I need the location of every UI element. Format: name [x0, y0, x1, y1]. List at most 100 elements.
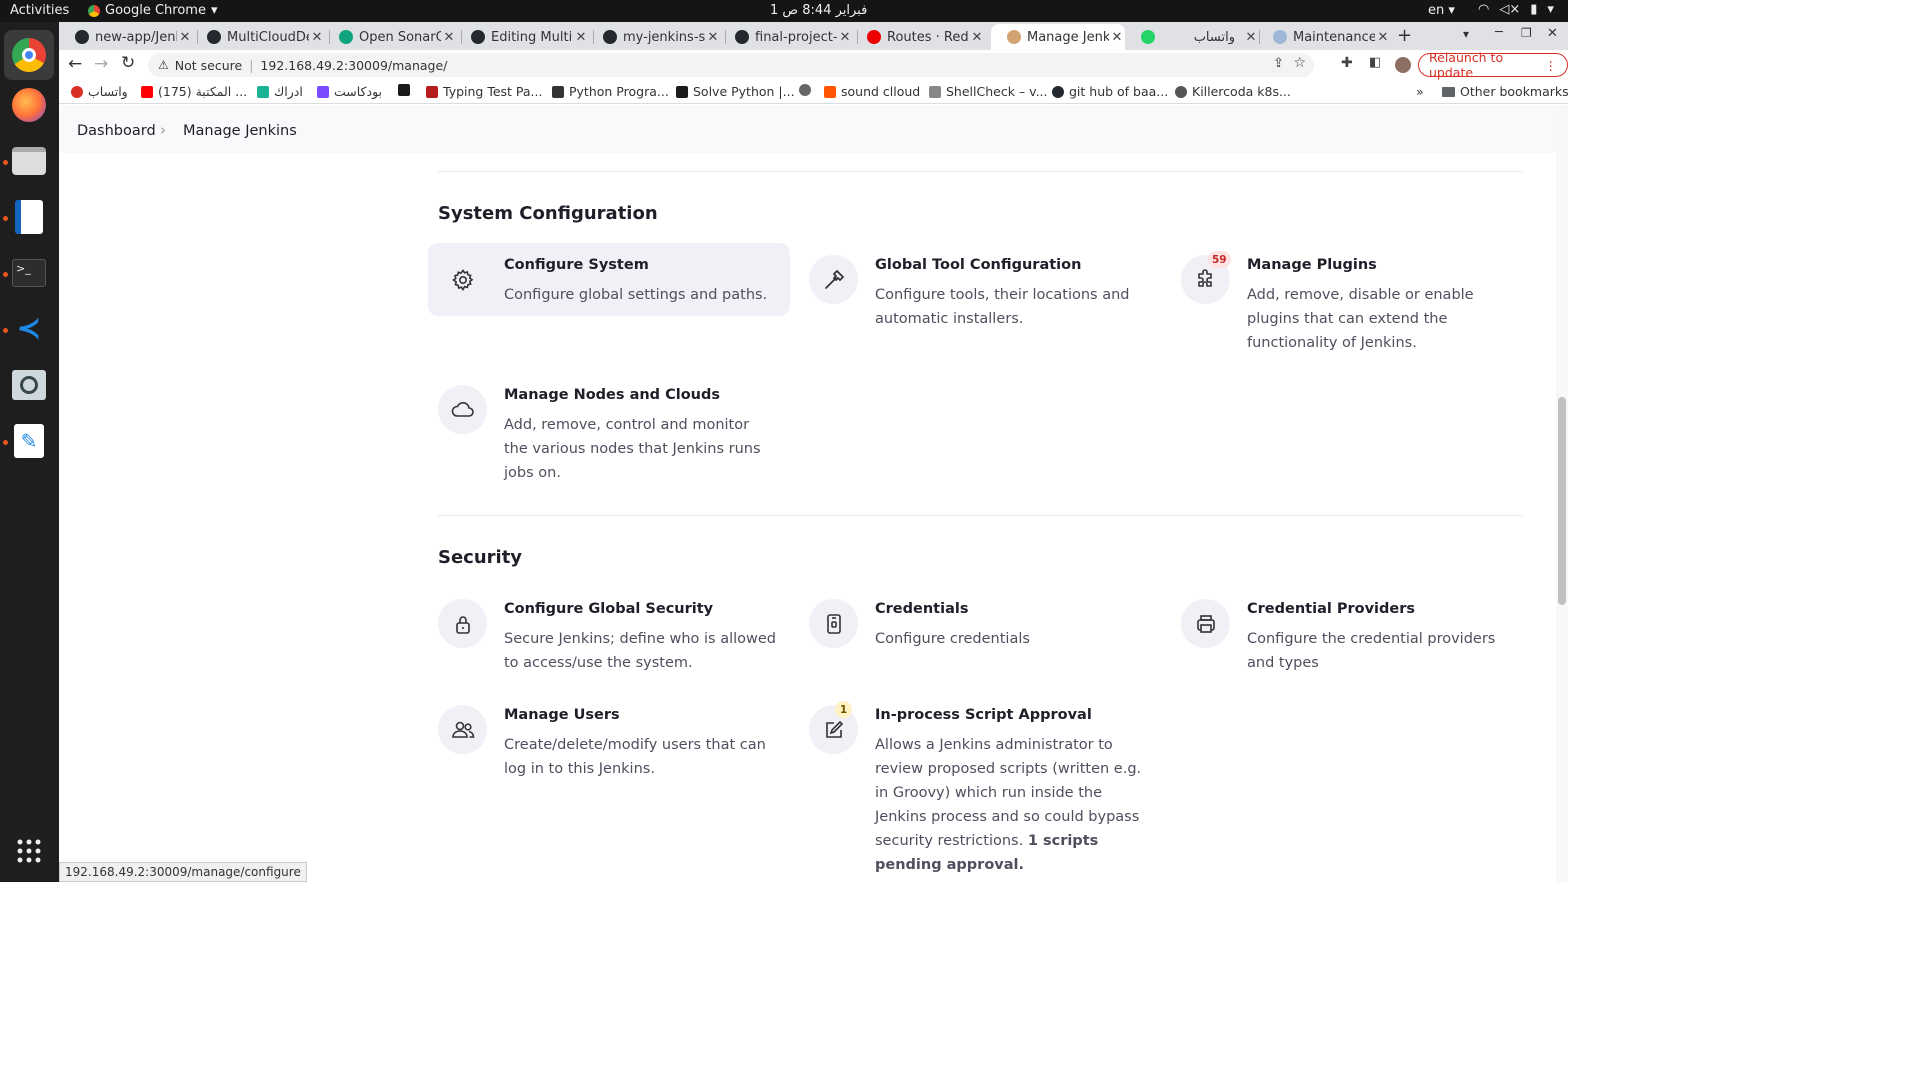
bookmarks-bar: واتساب (175) المكتبة ... ادراك بودكاست T…	[59, 80, 1569, 104]
configure-global-security-link[interactable]: Configure Global Security Secure Jenkins…	[428, 587, 790, 677]
chrome-icon	[88, 4, 100, 17]
system-tray[interactable]: ◠ ◁× ▮ ▾	[1478, 2, 1554, 17]
bookmark-item[interactable]: sound clloud	[824, 84, 920, 99]
vscode-launcher-icon[interactable]: ≺	[10, 310, 48, 348]
section-title-system: System Configuration	[438, 203, 658, 224]
language-indicator[interactable]: en ▾	[1428, 3, 1455, 18]
warning-icon: ⚠	[158, 58, 169, 72]
bookmark-item[interactable]	[799, 84, 816, 96]
writer-launcher-icon[interactable]	[10, 198, 48, 236]
credential-providers-link[interactable]: Credential Providers Configure the crede…	[1171, 587, 1533, 677]
close-icon[interactable]: ✕	[1375, 30, 1391, 45]
browser-tab[interactable]: Maintenance ✕	[1257, 24, 1391, 50]
scrollbar-thumb[interactable]	[1558, 397, 1566, 605]
app-menu[interactable]: Google Chrome ▾	[88, 3, 218, 18]
running-indicator	[3, 328, 8, 333]
chevron-down-icon: ▾	[1547, 2, 1554, 17]
card-description: Add, remove, control and monitor the var…	[504, 417, 761, 481]
volume-mute-icon: ◁×	[1499, 2, 1521, 17]
section-title-security: Security	[438, 547, 523, 568]
firefox-launcher-icon[interactable]	[10, 86, 48, 124]
tab-strip: new-app/Jenk ✕ MultiCloudDe ✕ Open SonarQ ✕…	[59, 22, 1568, 50]
back-icon[interactable]: ←	[68, 54, 82, 74]
relaunch-button[interactable]: Relaunch to update ⋮	[1418, 50, 1568, 80]
share-icon[interactable]: ⇪	[1273, 56, 1284, 71]
browser-tab[interactable]: واتساب ✕	[1125, 24, 1259, 50]
bookmark-item[interactable]: git hub of baa...	[1052, 84, 1168, 99]
clock[interactable]: 1 فبراير 8:44 ص	[770, 3, 867, 18]
bookmark-item[interactable]: واتساب	[71, 84, 128, 99]
credentials-link[interactable]: Credentials Configure credentials	[799, 587, 1161, 657]
search-launcher-icon[interactable]	[10, 366, 48, 404]
wifi-icon: ◠	[1478, 2, 1490, 17]
bookmark-item[interactable]: ادراك	[257, 84, 303, 99]
configure-system-link[interactable]: Configure System Configure global settin…	[428, 243, 790, 316]
window-close-icon[interactable]: ✕	[1547, 26, 1558, 41]
bookmark-favicon	[71, 85, 83, 98]
text-editor-launcher-icon[interactable]: ✎	[10, 422, 48, 460]
card-title: In-process Script Approval	[875, 707, 1092, 723]
reload-icon[interactable]: ↻	[121, 53, 135, 73]
side-panel-icon[interactable]: ◧	[1369, 55, 1381, 70]
page-scrollbar[interactable]	[1556, 105, 1568, 882]
other-bookmarks[interactable]: Other bookmarks	[1442, 84, 1569, 99]
manage-plugins-link[interactable]: 59 Manage Plugins Add, remove, disable o…	[1171, 243, 1533, 363]
browser-tab[interactable]: my-jenkins-sh ✕	[587, 24, 721, 50]
relaunch-label: Relaunch to update	[1429, 50, 1504, 80]
bookmark-star-icon[interactable]: ☆	[1293, 55, 1306, 71]
browser-tab[interactable]: MultiCloudDe ✕	[191, 24, 325, 50]
running-indicator	[3, 440, 8, 445]
card-title: Credential Providers	[1247, 601, 1416, 617]
browser-tab-active[interactable]: Manage Jenki ✕	[991, 24, 1125, 50]
extensions-icon[interactable]: ✚	[1341, 55, 1353, 71]
card-description-text: Allows a Jenkins administrator to review…	[875, 737, 1142, 849]
browser-tab[interactable]: new-app/Jenk ✕	[59, 24, 193, 50]
files-launcher-icon[interactable]	[10, 142, 48, 180]
app-grid-icon[interactable]	[10, 832, 48, 870]
divider	[438, 515, 1523, 516]
github-icon	[603, 30, 617, 44]
maintenance-icon	[1273, 30, 1287, 44]
jenkins-icon	[1007, 30, 1021, 44]
breadcrumb-current[interactable]: Manage Jenkins	[183, 123, 297, 139]
language-label: en	[1428, 3, 1445, 18]
minimize-icon[interactable]: ─	[1495, 25, 1503, 40]
bookmark-favicon	[929, 85, 941, 98]
bookmark-favicon	[824, 85, 836, 98]
bookmark-item[interactable]: Killercoda k8s...	[1175, 84, 1291, 99]
activities-button[interactable]: Activities	[10, 3, 69, 18]
bookmark-item[interactable]: Solve Python |...	[676, 84, 795, 99]
browser-tab[interactable]: final-project-C✕	[719, 24, 853, 50]
manage-nodes-clouds-link[interactable]: Manage Nodes and Clouds Add, remove, con…	[428, 373, 790, 493]
browser-tab[interactable]: Editing MultiC ✕	[455, 24, 589, 50]
new-tab-button[interactable]: +	[1397, 25, 1412, 46]
bookmark-item[interactable]: بودكاست	[317, 84, 382, 99]
breadcrumb-dashboard[interactable]: Dashboard	[77, 123, 156, 139]
id-card-icon	[809, 599, 858, 648]
bookmark-item[interactable]: ShellCheck – v...	[929, 84, 1048, 99]
card-title: Manage Nodes and Clouds	[504, 387, 721, 403]
global-tool-configuration-link[interactable]: Global Tool Configuration Configure tool…	[799, 243, 1161, 343]
forward-icon[interactable]: →	[94, 54, 108, 74]
script-approval-link[interactable]: 1 In-process Script Approval Allows a Je…	[799, 693, 1161, 882]
bookmark-item[interactable]: Python Progra...	[552, 84, 669, 99]
avatar[interactable]	[1395, 57, 1411, 73]
manage-users-link[interactable]: Manage Users Create/delete/modify users …	[428, 693, 790, 783]
bookmark-item[interactable]: Typing Test Pa...	[426, 84, 542, 99]
tab-search-icon[interactable]: ▾	[1463, 27, 1469, 41]
card-description: Create/delete/modify users that can log …	[504, 737, 766, 777]
browser-tab[interactable]: Open SonarQ ✕	[323, 24, 457, 50]
separator: |	[249, 57, 254, 73]
maximize-icon[interactable]: ❐	[1521, 26, 1532, 40]
browser-tab[interactable]: Routes · Red H✕	[851, 24, 985, 50]
address-bar[interactable]: ⚠ Not secure | 192.168.49.2:30009/manage…	[148, 53, 1314, 77]
card-title: Configure Global Security	[504, 601, 714, 617]
more-bookmarks-icon[interactable]: »	[1416, 84, 1424, 99]
bookmark-item[interactable]	[398, 84, 415, 96]
url-text: 192.168.49.2:30009/manage/	[260, 57, 448, 73]
terminal-launcher-icon[interactable]: >_	[10, 254, 48, 292]
bookmark-item[interactable]: (175) المكتبة ...	[141, 84, 247, 99]
chrome-launcher-icon[interactable]	[4, 30, 54, 80]
close-icon[interactable]: ✕	[969, 30, 985, 45]
close-icon[interactable]: ✕	[1109, 30, 1125, 45]
